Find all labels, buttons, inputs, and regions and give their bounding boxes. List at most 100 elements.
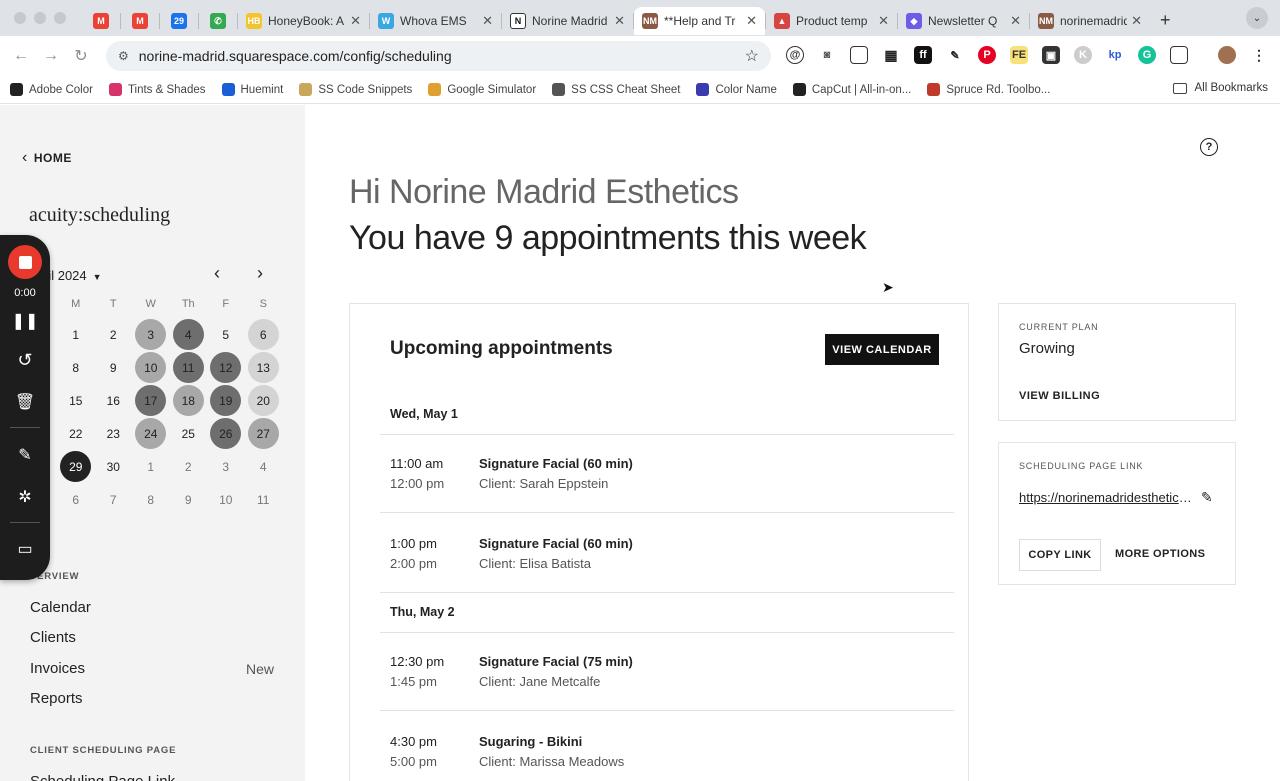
nav-calendar[interactable]: Calendar	[30, 599, 91, 616]
grammarly-icon[interactable]: G	[1138, 46, 1156, 64]
view-calendar-button[interactable]: VIEW CALENDAR	[825, 334, 939, 365]
effects-icon[interactable]: ✲	[0, 487, 50, 507]
calendar-day[interactable]: 19	[210, 385, 242, 416]
calendar-day[interactable]: 3	[135, 319, 167, 350]
calendar-day[interactable]: 4	[248, 451, 279, 482]
trash-icon[interactable]: 🗑	[0, 392, 50, 412]
calendar-day[interactable]: 18	[172, 385, 204, 416]
calendar-day[interactable]: 9	[98, 352, 129, 383]
bookmark-item[interactable]: Huemint	[221, 83, 283, 96]
reload-icon[interactable]: ↻	[66, 46, 96, 66]
close-tab-icon[interactable]: ✕	[614, 13, 625, 29]
calendar-day[interactable]: 3	[210, 451, 241, 482]
calendar-day[interactable]: 1	[135, 451, 166, 482]
appointment-service[interactable]: Signature Facial (60 min)	[479, 536, 633, 551]
calendar-day[interactable]: 4	[172, 319, 204, 350]
kp-extension-icon[interactable]: kp	[1106, 46, 1124, 64]
browser-tab[interactable]: NM **Help and Tr ✕	[634, 7, 765, 35]
edit-pencil-icon[interactable]: ✎	[1201, 489, 1213, 506]
calendar-day[interactable]: 15	[60, 385, 91, 416]
nav-reports[interactable]: Reports	[30, 690, 83, 707]
extension-icon[interactable]: @	[786, 46, 804, 64]
calendar-day[interactable]: 11	[248, 484, 279, 515]
calendar-day[interactable]: 8	[135, 484, 166, 515]
appointment-service[interactable]: Signature Facial (75 min)	[479, 654, 633, 669]
browser-tab[interactable]: N Norine Madrid ✕	[502, 7, 633, 35]
bookmark-star-icon[interactable]: ☆	[745, 46, 759, 66]
back-icon[interactable]: ←	[6, 47, 36, 65]
notes-extension-icon[interactable]: ▣	[1042, 46, 1060, 64]
bookmark-item[interactable]: Adobe Color	[10, 83, 93, 96]
pause-icon[interactable]: ❚❚	[0, 311, 50, 331]
maximize-window-icon[interactable]	[54, 12, 66, 24]
browser-tab[interactable]: W Whova EMS ✕	[370, 7, 501, 35]
appointment-client[interactable]: Client: Sarah Eppstein	[479, 476, 608, 491]
close-window-icon[interactable]	[14, 12, 26, 24]
calendar-day[interactable]: 10	[135, 352, 167, 383]
scheduling-page-url[interactable]: https://norinemadridesthetics.as.me/	[1019, 490, 1195, 505]
bookmark-item[interactable]: Google Simulator	[428, 83, 536, 96]
close-tab-icon[interactable]: ✕	[746, 13, 757, 29]
appointment-client[interactable]: Client: Marissa Meadows	[479, 754, 624, 769]
browser-tab[interactable]: M	[82, 7, 120, 35]
calendar-day[interactable]: 11	[172, 352, 204, 383]
month-selector[interactable]: ril 2024 ▼	[44, 268, 102, 283]
close-tab-icon[interactable]: ✕	[1010, 13, 1021, 29]
calendar-day[interactable]: 6	[247, 319, 279, 350]
close-tab-icon[interactable]: ✕	[1131, 13, 1142, 29]
home-link[interactable]: ‹ HOME	[22, 149, 72, 167]
eyedropper-icon[interactable]: ✎	[946, 46, 964, 64]
close-tab-icon[interactable]: ✕	[350, 13, 361, 29]
calendar-day[interactable]: 17	[135, 385, 167, 416]
close-tab-icon[interactable]: ✕	[482, 13, 493, 29]
all-bookmarks[interactable]: All Bookmarks	[1172, 82, 1268, 94]
bookmark-item[interactable]: SS CSS Cheat Sheet	[552, 83, 680, 96]
appointment-service[interactable]: Sugaring - Bikini	[479, 734, 582, 749]
forward-icon[interactable]: →	[36, 47, 66, 65]
bookmark-item[interactable]: Spruce Rd. Toolbo...	[927, 83, 1050, 96]
calendar-day[interactable]: 2	[173, 451, 204, 482]
profile-avatar[interactable]	[1218, 46, 1236, 64]
fe-extension-icon[interactable]: FE	[1010, 46, 1028, 64]
camera-toggle-icon[interactable]: ▭	[0, 539, 50, 559]
previous-month-icon[interactable]: ‹	[214, 263, 220, 284]
next-month-icon[interactable]: ›	[257, 263, 263, 284]
bookmark-item[interactable]: Color Name	[696, 83, 777, 96]
calendar-day[interactable]: 8	[60, 352, 91, 383]
nav-scheduling-page-link[interactable]: Scheduling Page Link	[30, 773, 175, 781]
bookmark-item[interactable]: Tints & Shades	[108, 83, 206, 96]
calendar-day[interactable]: 23	[98, 418, 129, 449]
browser-menu-icon[interactable]: ⋮	[1250, 46, 1268, 64]
close-tab-icon[interactable]: ✕	[878, 13, 889, 29]
calendar-day[interactable]: 30	[98, 451, 129, 482]
tab-search-icon[interactable]: ⌄	[1246, 7, 1268, 29]
pinterest-icon[interactable]: P	[978, 46, 996, 64]
calendar-day[interactable]: 5	[210, 319, 241, 350]
view-billing-link[interactable]: VIEW BILLING	[1019, 390, 1100, 402]
calendar-day[interactable]: 6	[60, 484, 91, 515]
new-tab-icon[interactable]: +	[1160, 10, 1171, 31]
calendar-day[interactable]: 13	[247, 352, 279, 383]
appointment-service[interactable]: Signature Facial (60 min)	[479, 456, 633, 471]
camera-icon[interactable]: ◙	[818, 46, 836, 64]
appointment-client[interactable]: Client: Elisa Batista	[479, 556, 591, 571]
site-info-icon[interactable]: ⚙	[118, 49, 129, 63]
screenshot-icon[interactable]	[850, 46, 868, 64]
minimize-window-icon[interactable]	[34, 12, 46, 24]
pencil-draw-icon[interactable]: ✎	[0, 445, 50, 465]
calendar-day[interactable]: 9	[173, 484, 204, 515]
browser-tab[interactable]: NM norinemadrid ✕	[1030, 7, 1150, 35]
calendar-day[interactable]: 27	[247, 418, 279, 449]
calendar-day[interactable]: 22	[60, 418, 91, 449]
calendar-day[interactable]: 20	[247, 385, 279, 416]
help-icon[interactable]: ?	[1200, 138, 1218, 156]
more-options-button[interactable]: MORE OPTIONS	[1115, 548, 1205, 560]
calendar-day[interactable]: 29	[60, 451, 92, 482]
calendar-day[interactable]: 7	[98, 484, 129, 515]
nav-invoices[interactable]: Invoices	[30, 660, 85, 677]
calendar-day[interactable]: 24	[135, 418, 167, 449]
calendar-day[interactable]: 25	[173, 418, 204, 449]
k-extension-icon[interactable]: K	[1074, 46, 1092, 64]
apps-grid-icon[interactable]: ▦	[882, 46, 900, 64]
extensions-puzzle-icon[interactable]	[1170, 46, 1188, 64]
